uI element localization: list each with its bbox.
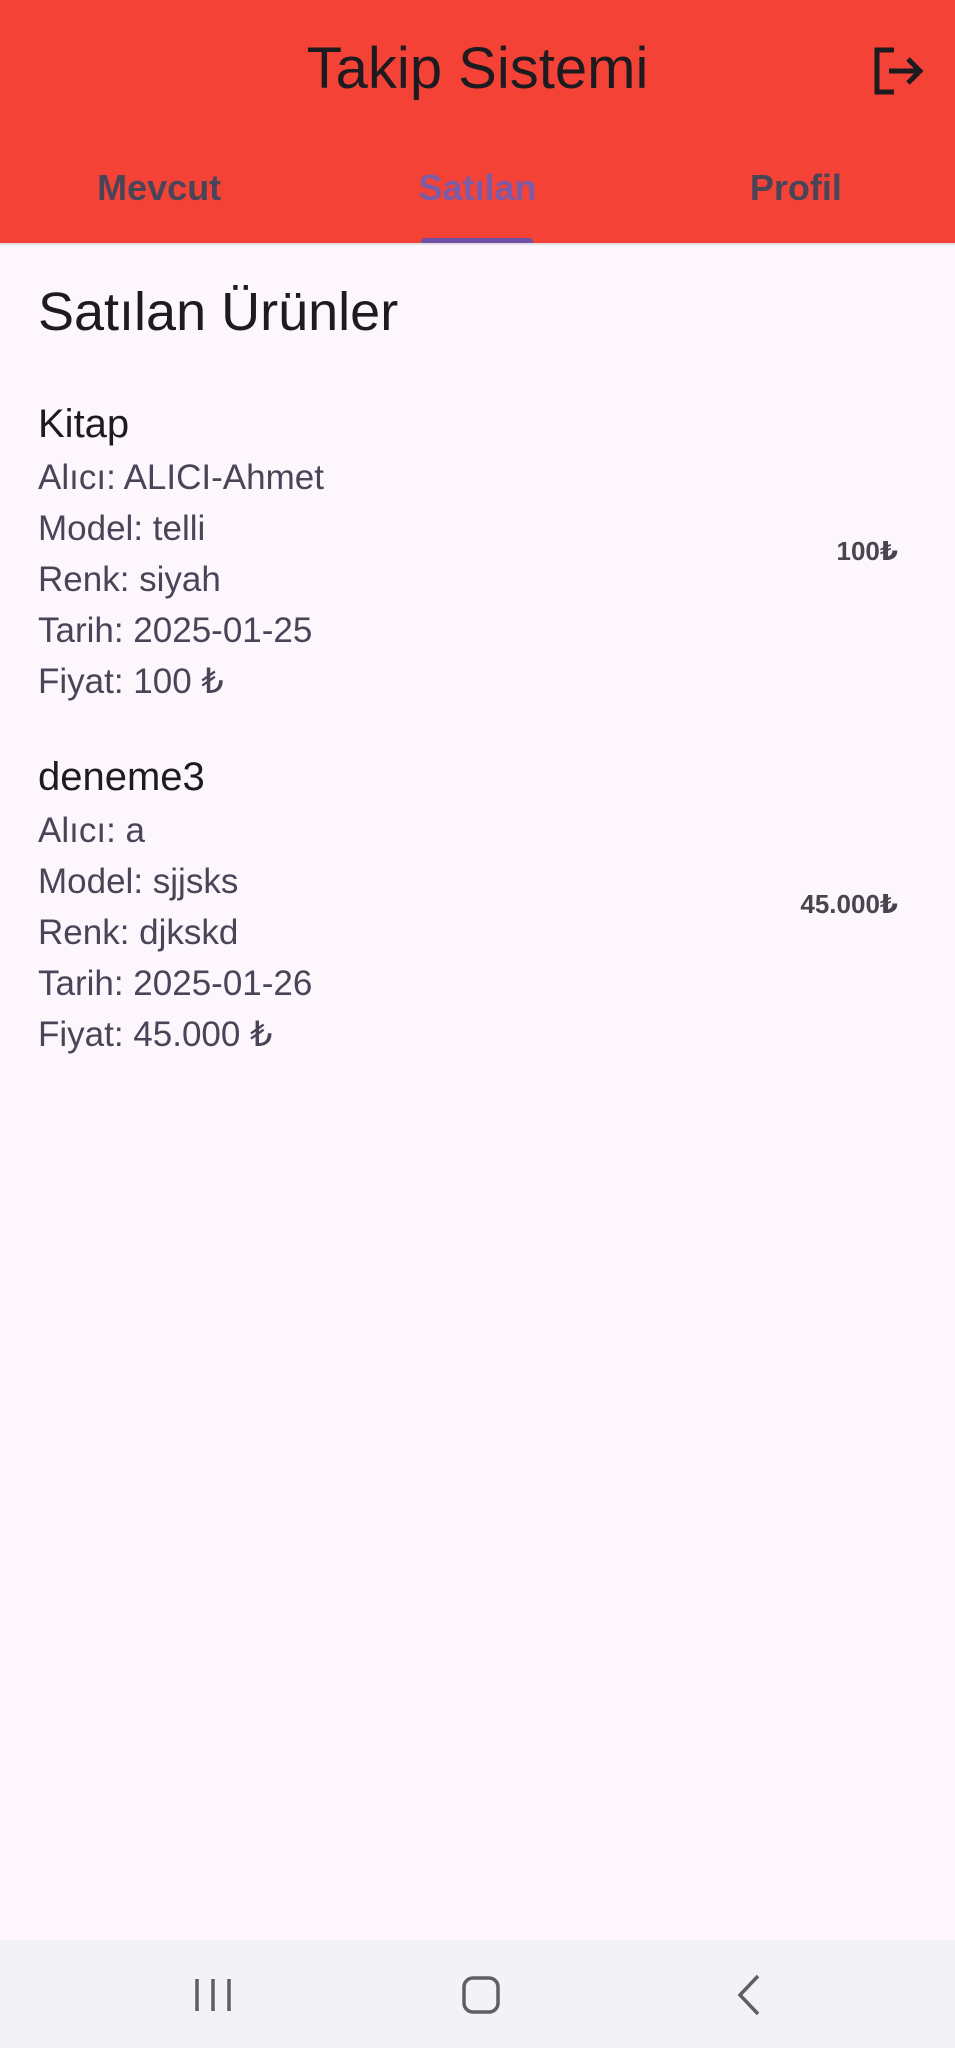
- item-name: Kitap: [38, 402, 130, 446]
- back-icon: [737, 1974, 760, 2016]
- item-color: Renk: djkskd: [38, 913, 239, 952]
- app-title: Takip Sistemi: [306, 36, 649, 101]
- item-date: Tarih: 2025-01-25: [38, 611, 313, 650]
- item-price-line: Fiyat: 100 ₺: [38, 662, 224, 701]
- tab-profil[interactable]: Profil: [637, 140, 955, 243]
- tab-mevcut[interactable]: Mevcut: [0, 140, 318, 243]
- recents-button[interactable]: [168, 1960, 258, 2030]
- tab-satilan[interactable]: Satılan: [318, 140, 636, 243]
- home-button[interactable]: [436, 1960, 526, 2030]
- item-model: Model: telli: [38, 509, 206, 548]
- item-date: Tarih: 2025-01-26: [38, 964, 313, 1003]
- item-price: 45.000₺: [800, 889, 898, 919]
- recents-icon: [195, 1979, 231, 2011]
- item-price-line: Fiyat: 45.000 ₺: [38, 1015, 273, 1054]
- logout-icon: [874, 47, 924, 95]
- list-item[interactable]: deneme3 Alıcı: a Model: sjjsks Renk: djk…: [0, 753, 955, 1063]
- system-nav-bar: [0, 1940, 955, 2048]
- back-button[interactable]: [704, 1960, 794, 2030]
- app-bar: Takip Sistemi Mevcut Satılan Profil: [0, 0, 955, 245]
- item-buyer: Alıcı: a: [38, 811, 145, 850]
- item-price: 100₺: [836, 536, 898, 566]
- home-icon: [462, 1976, 500, 2014]
- tab-bar: Mevcut Satılan Profil: [0, 140, 955, 243]
- page-title: Satılan Ürünler: [38, 282, 399, 342]
- item-model: Model: sjjsks: [38, 862, 239, 901]
- list-item[interactable]: Kitap Alıcı: ALICI-Ahmet Model: telli Re…: [0, 400, 955, 710]
- item-name: deneme3: [38, 755, 205, 799]
- logout-button[interactable]: [868, 40, 930, 102]
- item-buyer: Alıcı: ALICI-Ahmet: [38, 458, 324, 497]
- tab-divider: [0, 243, 955, 245]
- item-color: Renk: siyah: [38, 560, 221, 599]
